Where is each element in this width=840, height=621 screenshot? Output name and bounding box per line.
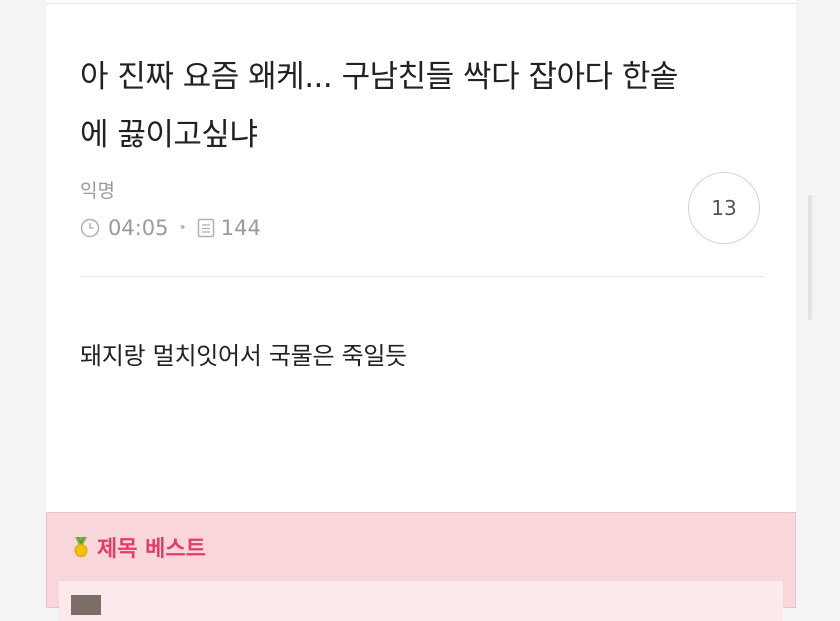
top-divider — [46, 3, 796, 4]
post-body: 돼지랑 멀치잇어서 국물은 죽일듯 — [80, 342, 407, 370]
medal-icon — [71, 535, 91, 559]
comment-count-button[interactable]: 13 — [688, 172, 760, 244]
post-title-line2: 에 끓이고싶냐 — [80, 117, 258, 153]
best-titles-section: 제목 베스트 — [46, 512, 796, 621]
best-titles-title[interactable]: 제목 베스트 — [97, 531, 206, 563]
post-meta: 04:05 • 144 — [80, 213, 261, 243]
author-name[interactable]: 익명 — [80, 176, 115, 203]
post-title-line1: 아 진짜 요즘 왜케... 구남친들 싹다 잡아다 한솥 — [80, 59, 678, 95]
meta-divider — [80, 276, 764, 277]
best-titles-header: 제목 베스트 — [71, 531, 206, 563]
clock-icon — [80, 218, 100, 238]
post-title: 아 진짜 요즘 왜케... 구남친들 싹다 잡아다 한솥 에 끓이고싶냐 — [80, 48, 770, 164]
scrollbar[interactable] — [808, 195, 812, 320]
post-views: 144 — [220, 216, 261, 240]
post-card: 아 진짜 요즘 왜케... 구남친들 싹다 잡아다 한솥 에 끓이고싶냐 익명 … — [46, 0, 796, 600]
list-item-thumbnail[interactable] — [71, 595, 101, 615]
best-titles-list — [59, 581, 783, 621]
document-icon — [197, 218, 215, 238]
meta-separator: • — [178, 220, 187, 236]
post-time: 04:05 — [108, 216, 169, 240]
